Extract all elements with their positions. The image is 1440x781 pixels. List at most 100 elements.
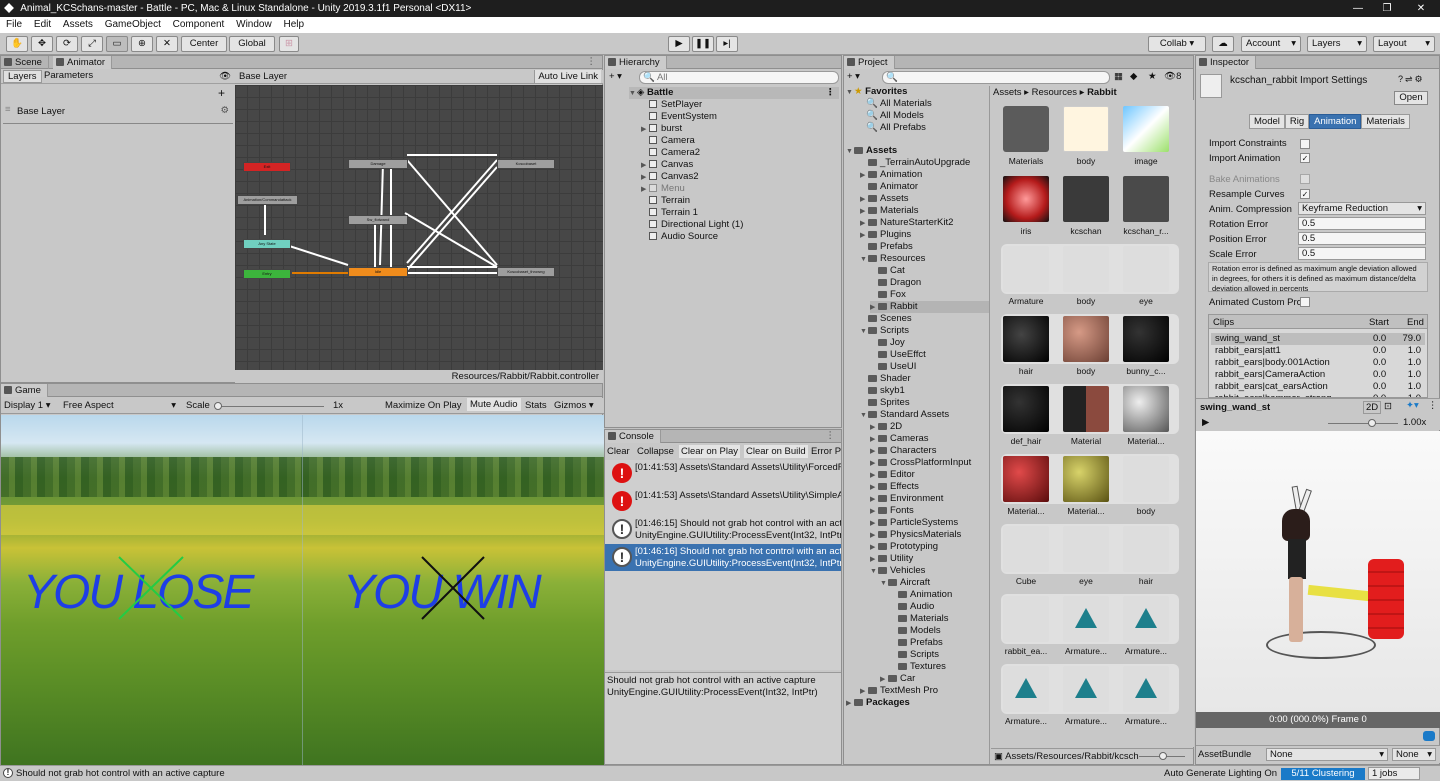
auto-live-link-button[interactable]: Auto Live Link	[534, 70, 601, 83]
favorite-star-icon[interactable]: ★	[1148, 71, 1157, 82]
asset-thumbnail[interactable]	[1003, 386, 1049, 432]
inspector-help-icons[interactable]: ?⇌⚙	[1398, 74, 1425, 85]
project-folder-item[interactable]: ▼ Resources	[860, 253, 925, 265]
transform-tool-icon[interactable]: ⊕	[131, 36, 153, 52]
menu-help[interactable]: Help	[283, 19, 304, 30]
node-idle[interactable]: Idle	[348, 267, 408, 277]
menu-edit[interactable]: Edit	[34, 19, 51, 30]
asset-thumbnail[interactable]	[1063, 106, 1109, 152]
zoom-slider[interactable]	[1139, 752, 1185, 760]
tab-game[interactable]: Game	[1, 384, 48, 397]
collab-dropdown[interactable]: Collab ▾	[1148, 36, 1206, 52]
project-folder-item[interactable]: Textures	[890, 661, 946, 673]
node-exit[interactable]: Exit	[243, 162, 291, 172]
asset-thumbnail[interactable]	[1063, 316, 1109, 362]
project-folder-item[interactable]: skyb1	[860, 385, 905, 397]
asset-thumbnail[interactable]	[1123, 386, 1169, 432]
asset-thumbnail[interactable]	[1123, 526, 1169, 572]
menu-assets[interactable]: Assets	[63, 19, 93, 30]
hierarchy-item[interactable]: ▶ burst	[641, 123, 682, 135]
asset-thumbnail[interactable]	[1003, 176, 1049, 222]
hierarchy-search-input[interactable]: 🔍 All	[639, 71, 839, 84]
hierarchy-item[interactable]: ▶ Menu	[641, 183, 685, 195]
project-folder-item[interactable]: ▶ Materials	[860, 205, 919, 217]
project-folder-item[interactable]: ▼ Vehicles	[870, 565, 925, 577]
node-damage[interactable]: Damage	[348, 159, 408, 169]
game-view[interactable]: YOU LOSE YOU WIN	[1, 415, 604, 765]
status-message[interactable]: Should not grab hot control with an acti…	[16, 766, 225, 781]
clip-row[interactable]: rabbit_ears|CameraAction 0.0 1.0	[1211, 369, 1425, 381]
pivot-global-button[interactable]: Global	[229, 36, 275, 52]
menu-file[interactable]: File	[6, 19, 22, 30]
project-folder-item[interactable]: ▶ NatureStarterKit2	[860, 217, 953, 229]
project-folder-item[interactable]: ▶ Assets	[860, 193, 909, 205]
close-button[interactable]: ✕	[1406, 0, 1436, 17]
resample-curves-checkbox[interactable]: ✓	[1300, 189, 1310, 199]
scale-error-input[interactable]: 0.5	[1298, 247, 1426, 260]
clip-row[interactable]: rabbit_ears|att1 0.0 1.0	[1211, 345, 1425, 357]
tab-hierarchy[interactable]: Hierarchy	[605, 56, 667, 69]
asset-thumbnail[interactable]	[1063, 176, 1109, 222]
asset-thumbnail[interactable]	[1003, 106, 1049, 152]
animation-preview[interactable]: 0:00 (000.0%) Frame 0	[1196, 431, 1440, 728]
project-folder-item[interactable]: ▶ CrossPlatformInput	[870, 457, 971, 469]
panel-menu-icon[interactable]: ⋮	[587, 56, 597, 67]
menu-component[interactable]: Component	[173, 19, 225, 30]
project-folder-item[interactable]: Sprites	[860, 397, 910, 409]
import-animation-checkbox[interactable]: ✓	[1300, 153, 1310, 163]
project-folder-item[interactable]: Prefabs	[860, 241, 913, 253]
asset-thumbnail[interactable]	[1123, 316, 1169, 362]
tab-inspector[interactable]: Inspector	[1196, 56, 1257, 69]
tab-model[interactable]: Model	[1249, 114, 1285, 129]
asset-thumbnail[interactable]	[1123, 246, 1169, 292]
node-entry[interactable]: Entry	[243, 269, 291, 279]
project-folder-item[interactable]: Joy	[870, 337, 905, 349]
project-folder-item[interactable]: Animator	[860, 181, 918, 193]
asset-thumbnail[interactable]	[1063, 666, 1109, 712]
menu-gameobject[interactable]: GameObject	[105, 19, 161, 30]
tab-layers[interactable]: Layers	[3, 70, 42, 83]
hidden-count-icon[interactable]: 👁8	[1164, 71, 1181, 82]
filter-type-icon[interactable]: ▦	[1114, 71, 1123, 82]
tab-rig[interactable]: Rig	[1284, 114, 1310, 129]
hierarchy-item[interactable]: Camera	[649, 135, 695, 147]
project-folder-item[interactable]: Materials	[890, 613, 949, 625]
project-folder-item[interactable]: UseEffct	[870, 349, 926, 361]
favorite-item[interactable]: 🔍 All Materials	[866, 98, 932, 110]
assetbundle-dropdown[interactable]: None ▾	[1266, 748, 1388, 761]
node-swing[interactable]: Sw_flotwand	[348, 215, 408, 225]
node-kcscobaset[interactable]: Kcscobaset	[497, 159, 555, 169]
node-any-state[interactable]: Any State	[243, 239, 291, 249]
project-folder-item[interactable]: ▼ Scripts	[860, 325, 909, 337]
project-folder-item[interactable]: ▶ Plugins	[860, 229, 911, 241]
hierarchy-item[interactable]: Camera2	[649, 147, 700, 159]
project-folder-item[interactable]: ▶ Fonts	[870, 505, 914, 517]
tab-animation[interactable]: Animation	[1309, 114, 1362, 129]
hierarchy-item[interactable]: ▶ Canvas2	[641, 171, 699, 183]
asset-thumbnail[interactable]	[1003, 526, 1049, 572]
hierarchy-item[interactable]: Terrain	[649, 195, 690, 207]
tab-scene[interactable]: Scene	[1, 56, 49, 69]
step-button[interactable]: ▸|	[716, 36, 738, 52]
hierarchy-item[interactable]: ▶ Canvas	[641, 159, 693, 171]
move-tool-icon[interactable]: ✥	[31, 36, 53, 52]
asset-thumbnail[interactable]	[1063, 456, 1109, 502]
tab-project[interactable]: Project	[844, 56, 895, 69]
log-entry[interactable]: ! [01:41:53] Assets\Standard Assets\Utili…	[605, 460, 841, 487]
open-button[interactable]: Open	[1394, 91, 1428, 105]
layers-dropdown[interactable]: Layers ▾	[1307, 36, 1367, 52]
preview-menu-icon[interactable]: ⋮	[1428, 400, 1438, 411]
error-pause-button[interactable]: Error Pa	[811, 446, 841, 457]
create-button[interactable]: + ▾	[847, 71, 860, 82]
node-throwing[interactable]: Kcscobaset_throwng	[497, 267, 555, 277]
aspect-dropdown[interactable]: Free Aspect ▾	[63, 400, 178, 411]
minimize-button[interactable]: —	[1343, 0, 1373, 17]
asset-thumbnail[interactable]	[1123, 176, 1169, 222]
project-folder-item[interactable]: ▶ Utility	[870, 553, 913, 565]
menu-window[interactable]: Window	[236, 19, 272, 30]
project-folder-item[interactable]: Prefabs	[890, 637, 943, 649]
preview-play-button[interactable]: ▶	[1202, 417, 1209, 428]
breadcrumb[interactable]: Base Layer	[239, 71, 287, 82]
scale-slider[interactable]	[214, 402, 324, 410]
project-folder-item[interactable]: Audio	[890, 601, 934, 613]
